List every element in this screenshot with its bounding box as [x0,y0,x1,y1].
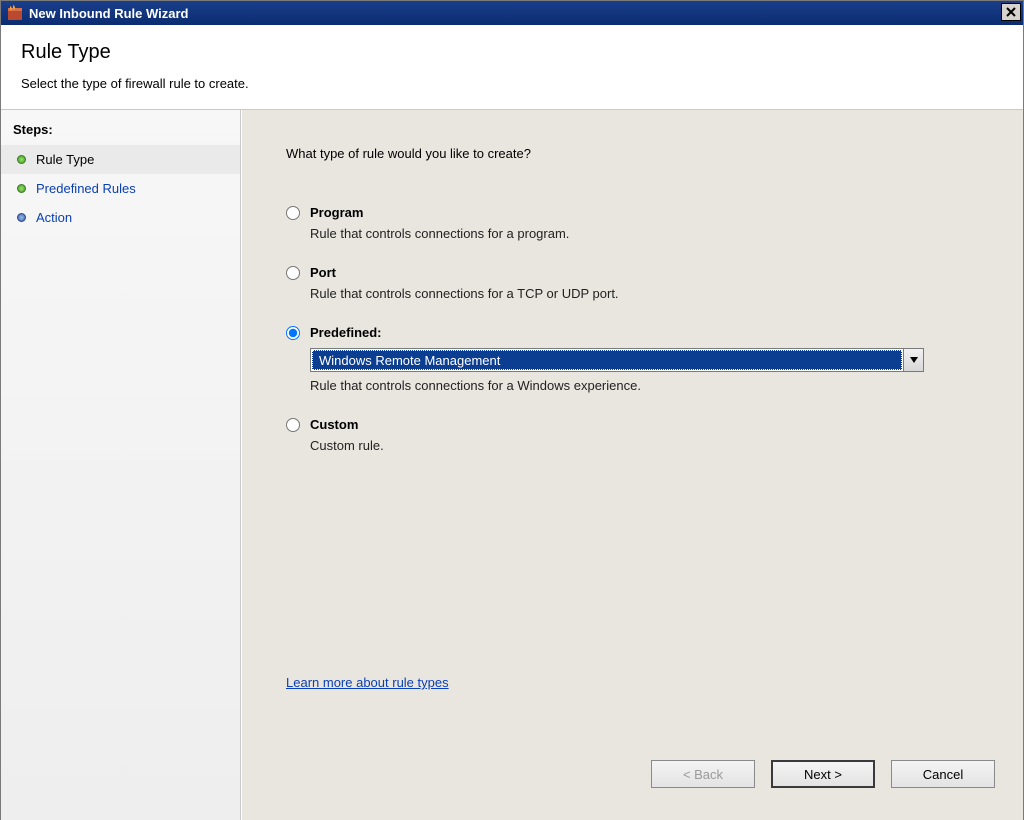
option-label: Predefined: [310,325,382,340]
next-button[interactable]: Next > [771,760,875,788]
option-custom: Custom Custom rule. [286,417,983,453]
step-label: Rule Type [36,152,94,167]
main-panel: What type of rule would you like to crea… [241,110,1023,820]
option-program: Program Rule that controls connections f… [286,205,983,241]
step-link[interactable]: Action [36,210,72,225]
question-text: What type of rule would you like to crea… [286,146,983,161]
close-button[interactable] [1001,3,1021,21]
steps-sidebar: Steps: Rule Type Predefined Rules Action [1,110,241,820]
learn-more-link[interactable]: Learn more about rule types [286,675,449,690]
learn-more: Learn more about rule types [286,675,449,690]
option-desc: Rule that controls connections for a TCP… [310,286,983,301]
option-desc: Rule that controls connections for a Win… [310,378,983,393]
cancel-button[interactable]: Cancel [891,760,995,788]
radio-program[interactable] [286,206,300,220]
bullet-icon [17,155,26,164]
option-label: Custom [310,417,358,432]
step-rule-type: Rule Type [1,145,240,174]
window-title: New Inbound Rule Wizard [29,6,189,21]
step-predefined-rules[interactable]: Predefined Rules [1,174,240,203]
predefined-dropdown[interactable]: Windows Remote Management [310,348,924,372]
page-subtitle: Select the type of firewall rule to crea… [21,76,1003,91]
wizard-header: Rule Type Select the type of firewall ru… [1,25,1023,110]
option-port: Port Rule that controls connections for … [286,265,983,301]
radio-predefined[interactable] [286,326,300,340]
bullet-icon [17,213,26,222]
dropdown-selected: Windows Remote Management [312,350,902,370]
chevron-down-icon[interactable] [903,349,923,371]
radio-custom[interactable] [286,418,300,432]
option-desc: Rule that controls connections for a pro… [310,226,983,241]
back-button[interactable]: < Back [651,760,755,788]
steps-heading: Steps: [1,122,240,145]
option-predefined: Predefined: Windows Remote Management Ru… [286,325,983,393]
firewall-icon [7,5,23,21]
option-label: Program [310,205,363,220]
option-label: Port [310,265,336,280]
radio-port[interactable] [286,266,300,280]
step-link[interactable]: Predefined Rules [36,181,136,196]
titlebar[interactable]: New Inbound Rule Wizard [1,1,1023,25]
wizard-footer: < Back Next > Cancel [651,760,995,788]
option-desc: Custom rule. [310,438,983,453]
step-action[interactable]: Action [1,203,240,232]
bullet-icon [17,184,26,193]
page-title: Rule Type [21,41,1003,64]
